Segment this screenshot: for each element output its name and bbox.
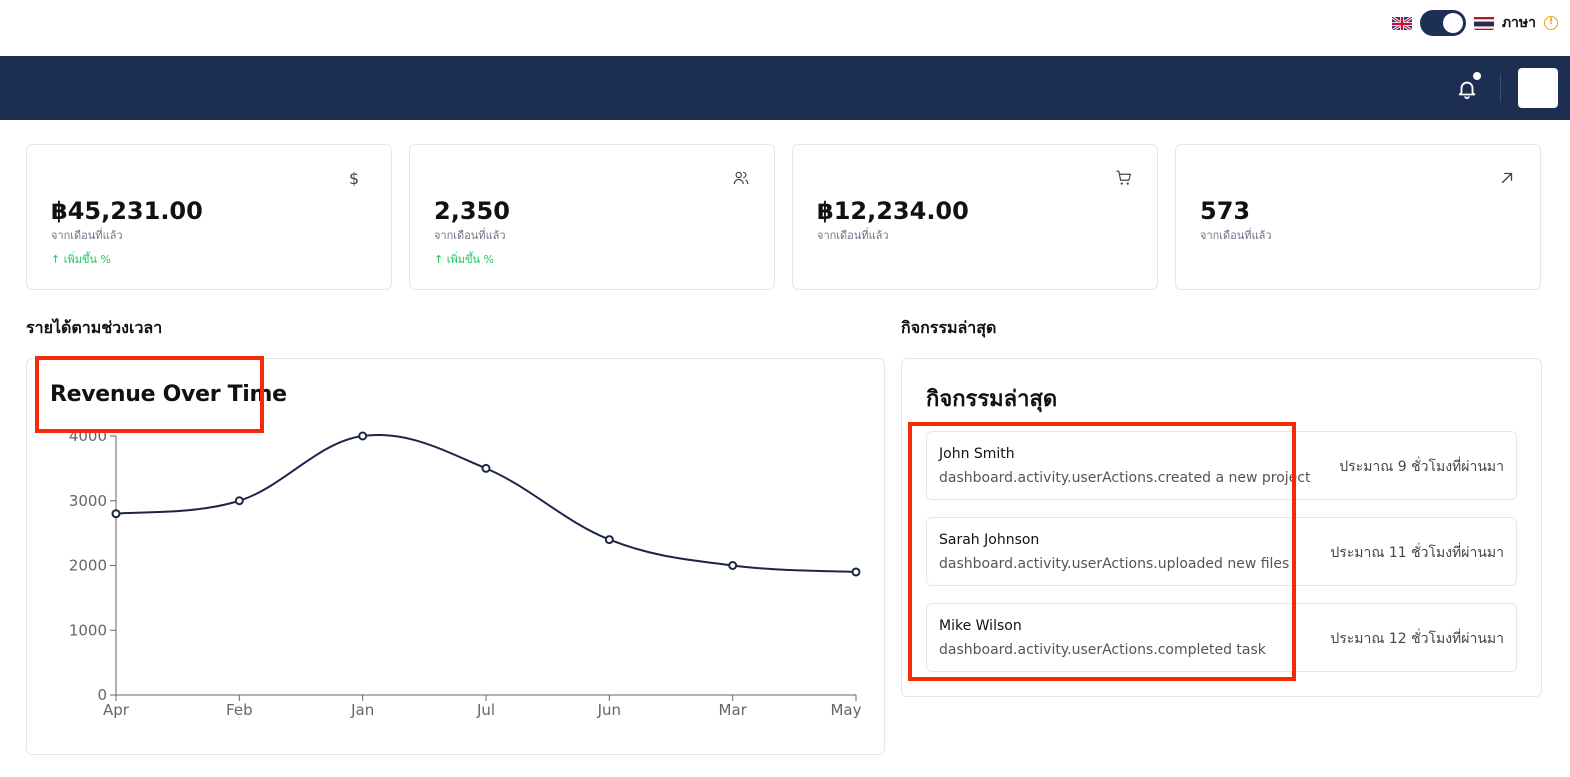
activity-time: ประมาณ 12 ชั่วโมงที่ผ่านมา xyxy=(1330,631,1504,647)
data-point xyxy=(358,431,368,441)
data-point xyxy=(851,567,861,577)
data-point xyxy=(234,496,244,506)
data-point xyxy=(604,535,614,545)
x-tick-label: Jul xyxy=(476,701,495,719)
y-tick-label: 1000 xyxy=(69,621,107,639)
highlight-box-activity-list xyxy=(908,422,1296,681)
data-point xyxy=(111,509,121,519)
data-point xyxy=(481,463,491,473)
revenue-series-line xyxy=(115,434,857,573)
activity-time: ประมาณ 9 ชั่วโมงที่ผ่านมา xyxy=(1339,459,1504,475)
x-tick-label: Jun xyxy=(597,701,621,719)
activity-card-title: กิจกรรมล่าสุด xyxy=(926,387,1058,412)
x-tick-label: Feb xyxy=(226,701,253,719)
activity-time: ประมาณ 11 ชั่วโมงที่ผ่านมา xyxy=(1330,545,1504,561)
y-tick-label: 3000 xyxy=(69,492,107,510)
x-tick-label: Jan xyxy=(350,701,374,719)
x-tick-label: Mar xyxy=(719,701,748,719)
highlight-box-chart-title xyxy=(35,356,264,433)
y-tick-label: 2000 xyxy=(69,557,107,575)
x-tick-label: May xyxy=(830,701,861,719)
x-tick-label: Apr xyxy=(103,701,130,719)
data-point xyxy=(728,561,738,570)
